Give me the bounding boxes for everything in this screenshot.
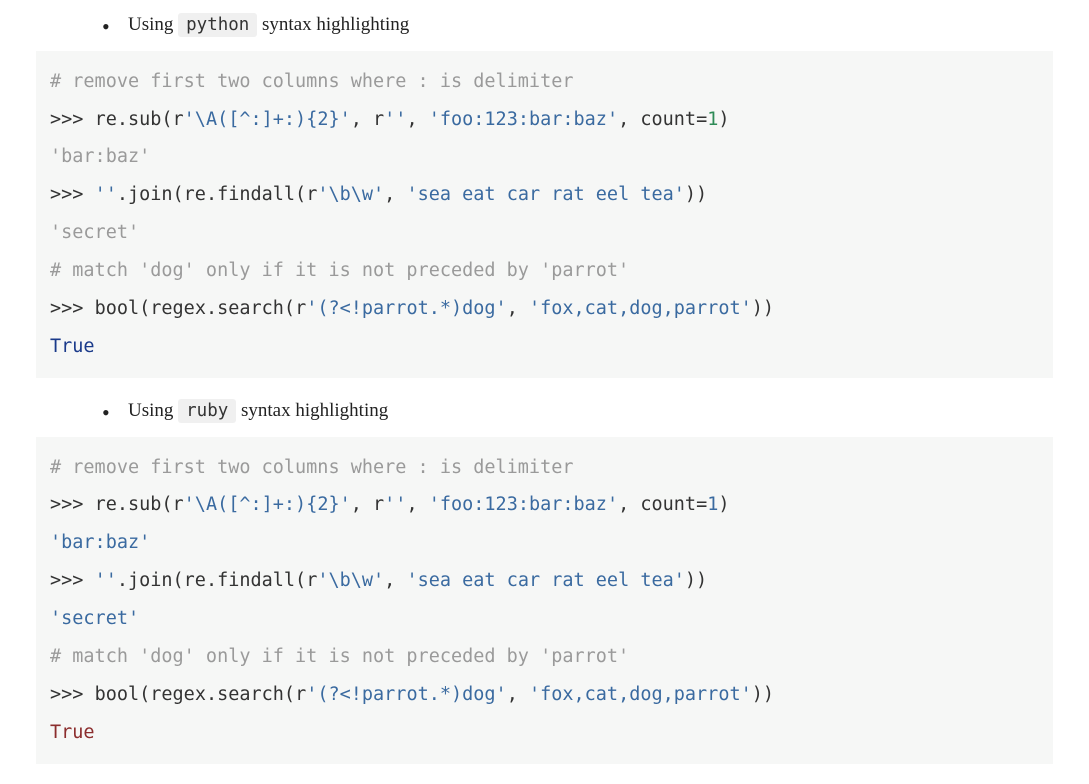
code-prompt: >>>	[50, 184, 95, 205]
code-token: r	[295, 684, 306, 705]
code-token: ''	[95, 570, 117, 591]
code-prompt: >>>	[50, 298, 95, 319]
code-token: ,	[406, 109, 428, 130]
code-token: re.sub(	[95, 494, 173, 515]
code-token: =	[696, 494, 707, 515]
code-token: r	[295, 298, 306, 319]
code-token: ,	[384, 184, 406, 205]
code-token: ,	[507, 298, 529, 319]
code-token: ,	[618, 494, 640, 515]
code-token: r	[373, 494, 384, 515]
code-token: )	[718, 494, 729, 515]
code-token: (regex.search(	[139, 298, 295, 319]
code-output: 'bar:baz'	[50, 146, 150, 167]
code-token: 'foo:123:bar:baz'	[429, 494, 618, 515]
code-block-ruby: # remove first two columns where : is de…	[36, 437, 1053, 764]
code-output: True	[50, 336, 95, 357]
code-token: 1	[707, 109, 718, 130]
code-prompt: >>>	[50, 109, 95, 130]
bullet-text-after: syntax highlighting	[262, 14, 409, 35]
code-token: .join(re.findall(	[117, 184, 306, 205]
code-output: True	[50, 722, 95, 743]
code-token: bool	[95, 298, 140, 319]
code-comment: # match 'dog' only if it is not preceded…	[50, 646, 629, 667]
code-token: 1	[707, 494, 718, 515]
code-token: )	[718, 109, 729, 130]
page: Using python syntax highlighting # remov…	[0, 12, 1089, 764]
code-token: r	[306, 184, 317, 205]
code-token: ,	[618, 109, 640, 130]
code-token: count	[640, 109, 696, 130]
bullet-text-before: Using	[128, 14, 178, 35]
code-token: r	[173, 109, 184, 130]
code-token: ''	[384, 109, 406, 130]
code-output: 'secret'	[50, 608, 139, 629]
code-token: r	[373, 109, 384, 130]
code-output: 'bar:baz'	[50, 532, 150, 553]
code-output: 'secret'	[50, 222, 139, 243]
code-prompt: >>>	[50, 684, 95, 705]
bullet-text-after: syntax highlighting	[241, 400, 388, 421]
code-token: ,	[507, 684, 529, 705]
code-token: ''	[95, 184, 117, 205]
code-token: r	[173, 494, 184, 515]
bullet-python: Using python syntax highlighting	[0, 12, 1089, 39]
code-block-python: # remove first two columns where : is de…	[36, 51, 1053, 378]
inline-code-ruby: ruby	[178, 399, 236, 423]
code-prompt: >>>	[50, 570, 95, 591]
bullet-ruby: Using ruby syntax highlighting	[0, 398, 1089, 425]
code-prompt: >>>	[50, 494, 95, 515]
code-token: '(?<!parrot.*)dog'	[306, 684, 506, 705]
code-token: ,	[406, 494, 428, 515]
code-comment: # match 'dog' only if it is not preceded…	[50, 260, 629, 281]
code-token: ,	[351, 494, 373, 515]
inline-code-python: python	[178, 13, 257, 37]
code-token: '\A([^:]+:){2}'	[184, 109, 351, 130]
code-token: 'sea eat car rat eel tea'	[406, 184, 684, 205]
bullet-text-before: Using	[128, 400, 178, 421]
code-token: ))	[685, 570, 707, 591]
code-token: 'sea eat car rat eel tea'	[406, 570, 684, 591]
code-token: 'fox,cat,dog,parrot'	[529, 298, 752, 319]
code-token: '\b\w'	[317, 570, 384, 591]
code-token: '\A([^:]+:){2}'	[184, 494, 351, 515]
code-token: count	[640, 494, 696, 515]
bullet-list-1: Using python syntax highlighting	[0, 12, 1089, 39]
code-token: ,	[384, 570, 406, 591]
code-token: bool	[95, 684, 140, 705]
code-token: (regex.search(	[139, 684, 295, 705]
code-token: ))	[752, 298, 774, 319]
code-token: '(?<!parrot.*)dog'	[306, 298, 506, 319]
bullet-list-2: Using ruby syntax highlighting	[0, 398, 1089, 425]
code-token: '\b\w'	[317, 184, 384, 205]
code-token: ))	[685, 184, 707, 205]
code-token: re.sub(	[95, 109, 173, 130]
code-token: ))	[752, 684, 774, 705]
code-token: 'foo:123:bar:baz'	[429, 109, 618, 130]
code-token: ,	[351, 109, 373, 130]
code-token: r	[306, 570, 317, 591]
code-comment: # remove first two columns where : is de…	[50, 71, 573, 92]
code-token: .join(re.findall(	[117, 570, 306, 591]
code-token: =	[696, 109, 707, 130]
code-token: ''	[384, 494, 406, 515]
code-comment: # remove first two columns where : is de…	[50, 457, 573, 478]
code-token: 'fox,cat,dog,parrot'	[529, 684, 752, 705]
